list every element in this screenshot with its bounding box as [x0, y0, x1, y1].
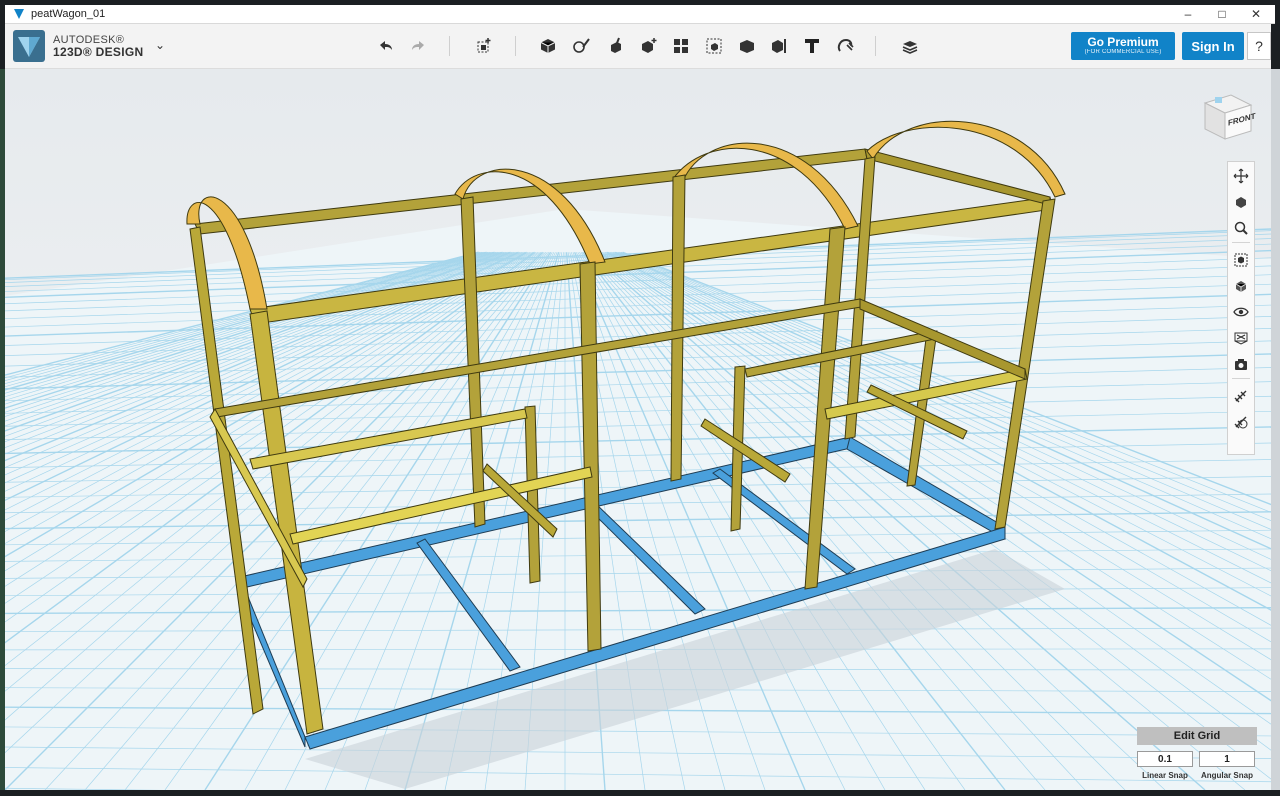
material-icon[interactable]: [898, 34, 922, 58]
zoom-icon[interactable]: [1231, 218, 1251, 238]
fit-icon[interactable]: [1231, 250, 1251, 270]
redo-icon[interactable]: [406, 34, 430, 58]
angular-snap-label: Angular Snap: [1200, 771, 1253, 780]
text-icon[interactable]: [800, 34, 824, 58]
scene-canvas: [5, 69, 1271, 790]
view-cube[interactable]: FRONT: [1199, 83, 1259, 143]
edit-grid-panel: Edit Grid 0.1 1 Linear Snap Angular Snap: [1137, 727, 1257, 787]
help-button[interactable]: ?: [1247, 32, 1271, 60]
window-title: peatWagon_01: [31, 8, 106, 20]
measure-icon[interactable]: [767, 34, 791, 58]
snap-grid-icon[interactable]: [1231, 386, 1251, 406]
sketch-icon[interactable]: [570, 34, 594, 58]
linear-snap-input[interactable]: 0.1: [1137, 751, 1193, 767]
app-menu-button[interactable]: AUTODESK® 123D® DESIGN: [13, 29, 143, 63]
primitives-icon[interactable]: [536, 34, 560, 58]
orbit-icon[interactable]: [1231, 192, 1251, 212]
main-toolbar: AUTODESK® 123D® DESIGN ⌄ Go Premium (FOR…: [5, 24, 1271, 69]
window-scrollbar[interactable]: [1271, 69, 1280, 790]
undo-icon[interactable]: [374, 34, 398, 58]
chevron-down-icon[interactable]: ⌄: [155, 38, 165, 52]
material-view-icon[interactable]: [1231, 328, 1251, 348]
3d-viewport[interactable]: FRONT Edit Grid 0.1 1 Linear Snap Angula…: [5, 69, 1271, 790]
go-premium-sublabel: (FOR COMMERCIAL USE): [1084, 49, 1162, 55]
sign-in-button[interactable]: Sign In: [1182, 32, 1244, 60]
app-logo-icon: [14, 9, 24, 19]
grouping-icon[interactable]: [702, 34, 726, 58]
visibility-icon[interactable]: [1231, 302, 1251, 322]
brand-line2: 123D® DESIGN: [53, 45, 144, 59]
camera-icon[interactable]: [1231, 354, 1251, 374]
modify-icon[interactable]: [636, 34, 660, 58]
view-mode-icon[interactable]: [1231, 276, 1251, 296]
autodesk-logo-icon: [13, 30, 45, 62]
linear-snap-label: Linear Snap: [1142, 771, 1188, 780]
maximize-icon[interactable]: □: [1205, 5, 1239, 23]
pattern-icon[interactable]: [669, 34, 693, 58]
title-bar: peatWagon_01 – □ ✕: [5, 5, 1275, 24]
go-premium-button[interactable]: Go Premium (FOR COMMERCIAL USE): [1071, 32, 1175, 60]
pan-icon[interactable]: [1231, 166, 1251, 186]
navigation-bar: [1227, 161, 1255, 455]
combine-icon[interactable]: [735, 34, 759, 58]
construct-icon[interactable]: [603, 34, 627, 58]
go-premium-label: Go Premium: [1087, 35, 1159, 49]
close-icon[interactable]: ✕: [1239, 5, 1273, 23]
snap-icon[interactable]: [833, 34, 857, 58]
edit-grid-button[interactable]: Edit Grid: [1137, 727, 1257, 745]
transform-icon[interactable]: [472, 34, 496, 58]
minimize-icon[interactable]: –: [1171, 5, 1205, 23]
hide-grid-icon[interactable]: [1231, 412, 1251, 432]
angular-snap-input[interactable]: 1: [1199, 751, 1255, 767]
